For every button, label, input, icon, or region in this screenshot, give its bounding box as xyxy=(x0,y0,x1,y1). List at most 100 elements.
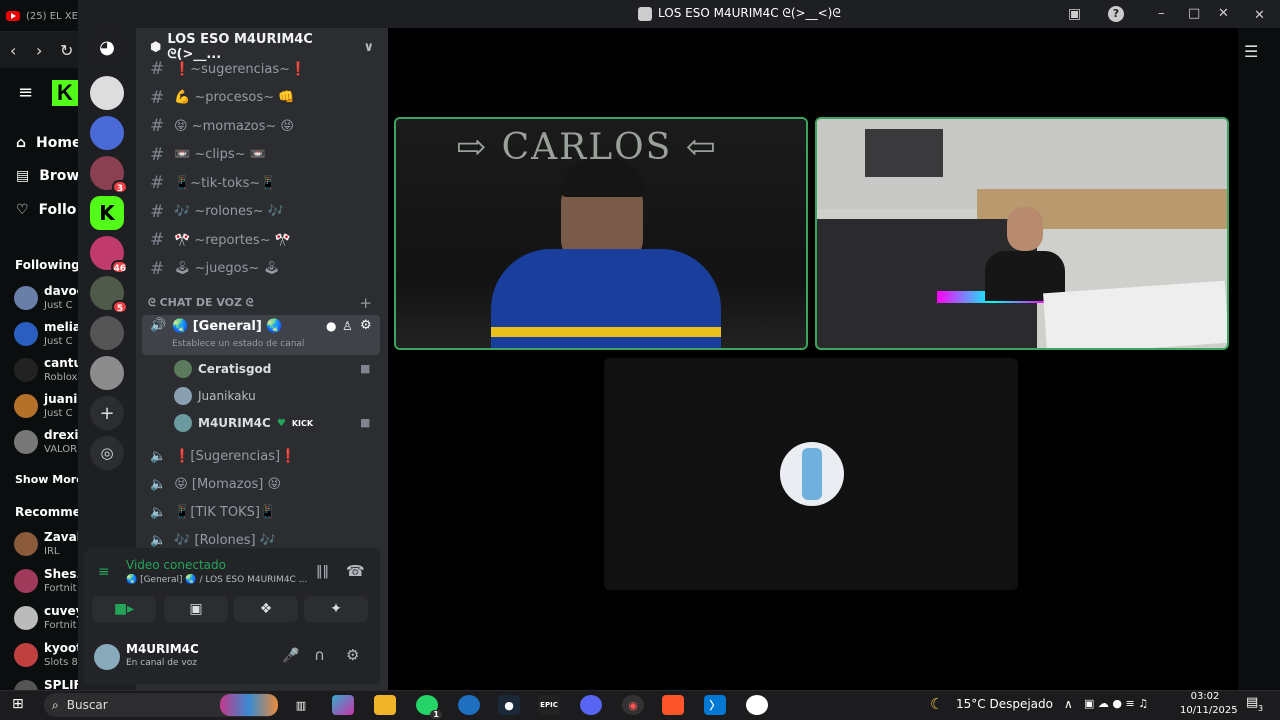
reload-icon[interactable]: ↻ xyxy=(60,41,73,60)
browser-close-icon[interactable]: ✕ xyxy=(1254,8,1265,23)
text-channel[interactable]: # 😝 ~momazos~ 😝 xyxy=(150,115,294,137)
server-icon[interactable] xyxy=(90,356,124,390)
back-arrow-icon[interactable]: ‹ xyxy=(10,41,16,60)
camera-icon: ■▸ xyxy=(113,601,135,617)
forward-arrow-icon[interactable]: › xyxy=(36,41,42,60)
voice-channel-general[interactable]: 🔊 🌏 [General] 🌏 Establece un estado de c… xyxy=(142,315,380,355)
box-sign xyxy=(1043,280,1227,348)
discord-titlebar: LOS ESO M4URIM4C ᘓ(>__<)ᘓ ▣ ? – □ ✕ xyxy=(78,0,1280,28)
voice-channel[interactable]: 🔈 ❗[Sugerencias]❗ xyxy=(150,445,296,467)
channel-name: 🕹 ~juegos~ 🕹 xyxy=(174,261,280,276)
kebab-menu-icon[interactable]: ☰ xyxy=(1244,42,1258,61)
avatar[interactable] xyxy=(94,644,120,670)
username[interactable]: M4URIM4C xyxy=(126,642,199,656)
server-icon[interactable] xyxy=(90,316,124,350)
windows-start-icon[interactable]: ⊞ xyxy=(12,696,24,712)
server-icon[interactable]: 46 xyxy=(90,236,128,274)
add-channel-icon[interactable]: + xyxy=(359,294,372,312)
inbox-icon[interactable]: ▣ xyxy=(1068,6,1081,22)
close-icon[interactable]: ✕ xyxy=(1218,6,1229,21)
app-icon[interactable] xyxy=(746,695,768,715)
browser-icon[interactable] xyxy=(458,695,480,715)
epic-games-icon[interactable]: EPIC xyxy=(538,695,560,715)
server-icon[interactable]: 3 xyxy=(90,156,128,194)
server-icon[interactable] xyxy=(90,76,124,110)
nav-browse[interactable]: ▤ Brow xyxy=(16,168,79,184)
text-channel[interactable]: # 📼 ~clips~ 📼 xyxy=(150,144,266,166)
search-box[interactable]: ⌕ Buscar xyxy=(44,693,278,717)
steam-icon[interactable]: ● xyxy=(498,695,520,715)
text-channel[interactable]: # ❗~sugerencias~❗ xyxy=(150,58,306,80)
voice-channel[interactable]: 🔈 😝 [Momazos] 😝 xyxy=(150,473,281,495)
settings-gear-icon[interactable]: ⚙ xyxy=(360,318,372,333)
clock-time[interactable]: 03:02 xyxy=(1180,691,1230,702)
whatsapp-icon[interactable]: 1 xyxy=(416,695,442,719)
nav-following[interactable]: ♡ Follo xyxy=(16,202,76,218)
soundboard-button[interactable]: ✦ xyxy=(304,596,368,622)
activities-button[interactable]: ❖ xyxy=(234,596,298,622)
person-head xyxy=(1007,207,1043,251)
hashtag-icon: # xyxy=(150,230,165,250)
channel-name: melia xyxy=(44,320,81,334)
server-icon[interactable]: 5 xyxy=(90,276,128,314)
heart-icon: ♥ xyxy=(276,417,286,429)
brave-icon[interactable] xyxy=(662,695,684,715)
discord-home-icon[interactable]: ◕ xyxy=(90,30,124,64)
tray-icons[interactable]: ▣ ☁ ● ≡ ♫ xyxy=(1084,697,1148,710)
voice-channel[interactable]: 🔈 📱[TIK TOKS]📱 xyxy=(150,502,276,524)
browser-tab[interactable]: (25) EL XE xyxy=(6,6,78,26)
hamburger-menu-icon[interactable]: ≡ xyxy=(18,82,33,103)
hashtag-icon: # xyxy=(150,116,165,136)
text-channel[interactable]: # 🕹 ~juegos~ 🕹 xyxy=(150,258,280,280)
task-view-icon[interactable]: ▥ xyxy=(290,695,312,715)
text-channel[interactable]: # 💪 ~procesos~ 👊 xyxy=(150,87,294,109)
clock-date[interactable]: 10/11/2025 xyxy=(1180,705,1238,716)
minimize-icon[interactable]: – xyxy=(1158,6,1165,21)
chevron-up-icon[interactable]: ∧ xyxy=(1064,697,1073,711)
headphones-icon[interactable]: ∩ xyxy=(314,646,325,664)
user-status: En canal de voz xyxy=(126,658,197,668)
kick-server-icon[interactable]: K xyxy=(90,196,124,230)
vscode-icon[interactable]: 〉 xyxy=(704,695,726,715)
video-tile-ceratisgod[interactable]: ⇨ CARLOS ⇦ xyxy=(394,117,808,350)
server-icon[interactable] xyxy=(90,116,124,150)
disconnect-icon[interactable]: ☎ xyxy=(346,562,365,580)
notification-icon[interactable]: ▤ xyxy=(1246,695,1258,710)
speaker-icon: 🔊 xyxy=(150,318,167,333)
rtc-location[interactable]: 🌏 [General] 🌏 / LOS ESO M4URIM4C ... xyxy=(126,575,307,585)
obs-icon[interactable]: ◉ xyxy=(622,695,644,715)
add-server-icon[interactable]: + xyxy=(90,396,124,430)
screen-share-button[interactable]: ▣ xyxy=(164,596,228,622)
user-settings-gear-icon[interactable]: ⚙ xyxy=(346,646,359,664)
text-channel[interactable]: # 🎌 ~reportes~ 🎌 xyxy=(150,229,291,251)
weather-text[interactable]: 15°C Despejado xyxy=(956,697,1053,711)
help-icon[interactable]: ? xyxy=(1108,6,1124,22)
camera-button[interactable]: ■▸ xyxy=(92,596,156,622)
moon-icon: ☾ xyxy=(930,695,944,713)
voice-user[interactable]: Ceratisgod xyxy=(174,358,271,380)
voice-user[interactable]: Juanikaku xyxy=(174,385,256,407)
show-more-button[interactable]: Show More xyxy=(15,473,84,486)
text-channel[interactable]: # 🎶 ~rolones~ 🎶 xyxy=(150,201,284,223)
maximize-icon[interactable]: □ xyxy=(1188,6,1200,21)
video-tile-juanikaku[interactable] xyxy=(604,358,1018,590)
copilot-icon[interactable] xyxy=(332,695,354,715)
rtc-status[interactable]: Video conectado xyxy=(126,558,226,572)
kick-logo[interactable]: K xyxy=(52,80,78,106)
microphone-icon[interactable]: 🎤 xyxy=(282,648,299,664)
noise-suppression-icon[interactable]: ‖‖ xyxy=(316,564,329,579)
nav-home[interactable]: ⌂ Home xyxy=(16,135,81,151)
invite-icon[interactable]: ♙ xyxy=(342,319,353,333)
voice-category[interactable]: ᘓ CHAT DE VOZ ᘓ xyxy=(148,296,254,310)
channel-name: 🎶 [Rolones] 🎶 xyxy=(174,533,276,549)
voice-user[interactable]: M4URIM4C ♥ KICK xyxy=(174,412,313,434)
text-channel[interactable]: # 📱~tik-toks~📱 xyxy=(150,172,276,194)
chat-icon[interactable]: ● xyxy=(326,319,336,333)
discord-taskbar-icon[interactable] xyxy=(580,695,602,715)
screen-share-icon: ▣ xyxy=(189,601,203,617)
channel-status[interactable]: Establece un estado de canal xyxy=(172,339,304,349)
file-explorer-icon[interactable] xyxy=(374,695,396,715)
discover-icon[interactable]: ◎ xyxy=(90,436,124,470)
channel-name: juani xyxy=(44,392,78,406)
video-tile-m4urim4c[interactable] xyxy=(815,117,1229,350)
